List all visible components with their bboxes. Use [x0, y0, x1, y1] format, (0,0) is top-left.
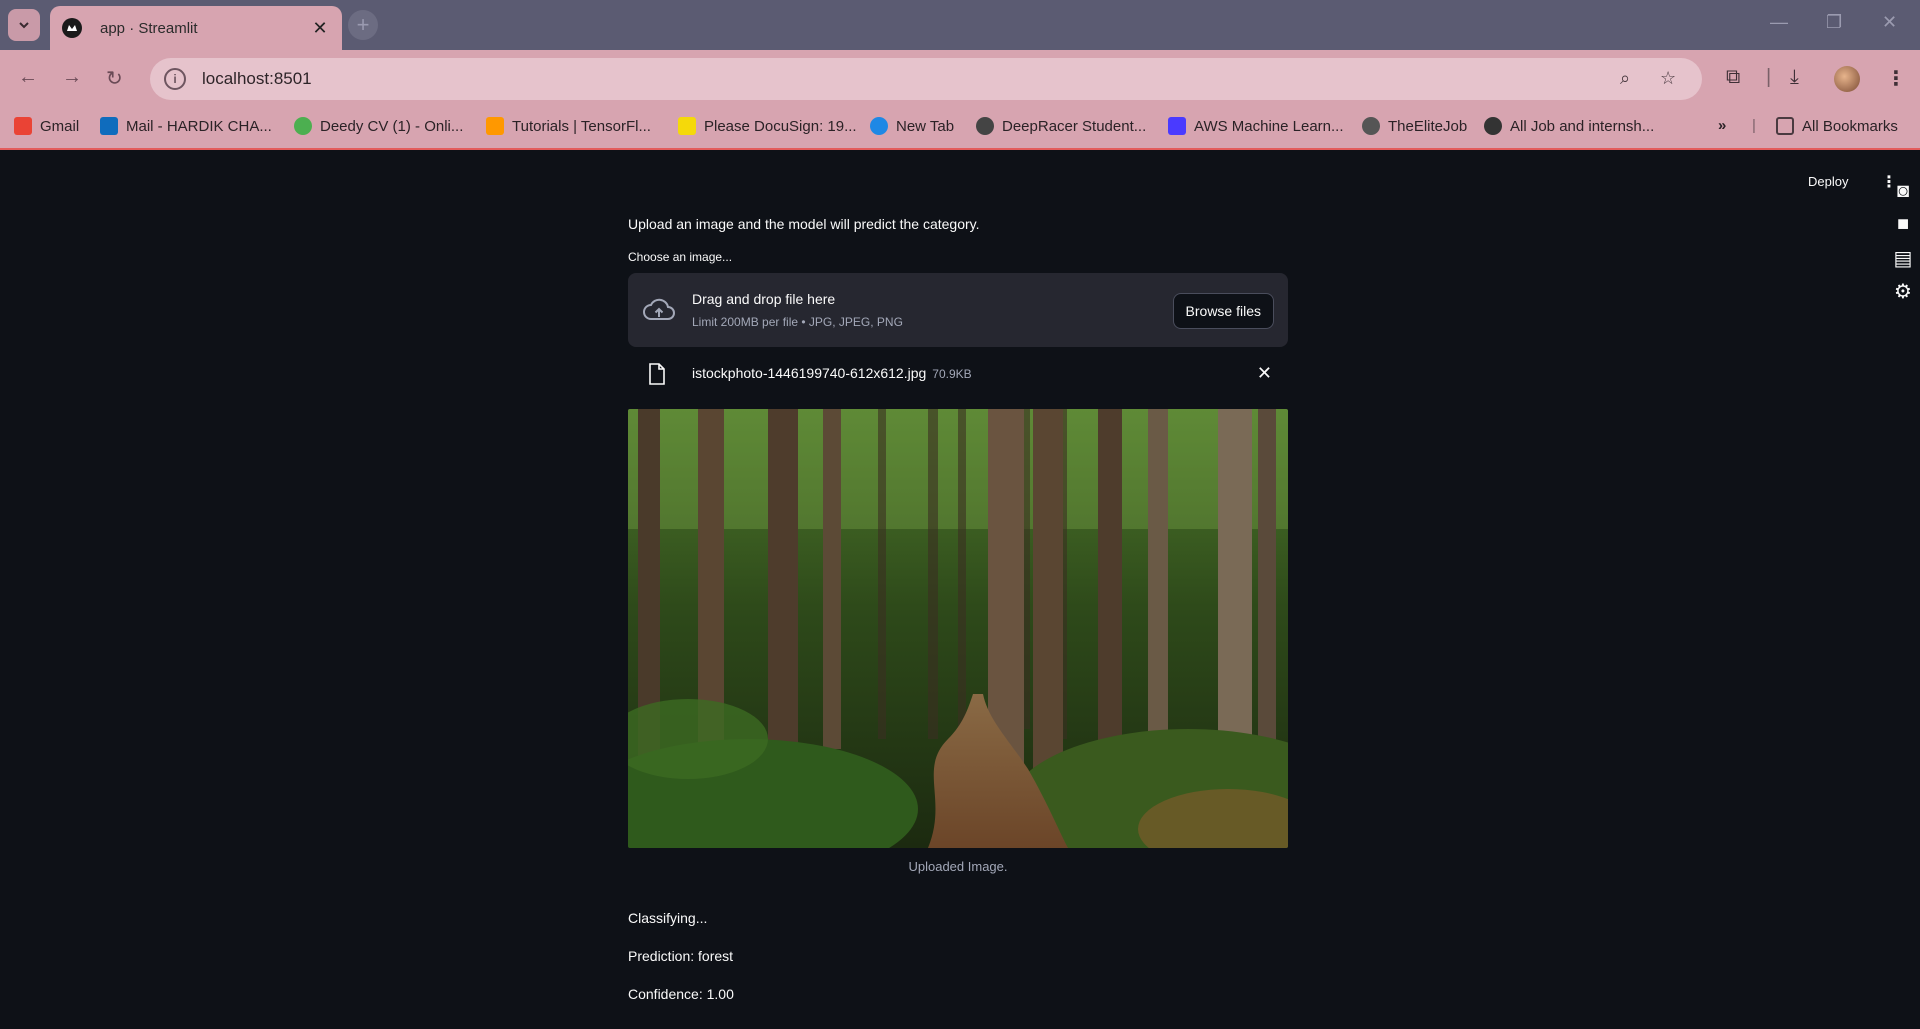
- main-content: Upload an image and the model will predi…: [628, 216, 1288, 1002]
- chevron-down-icon: [19, 22, 29, 29]
- bookmark-item[interactable]: Gmail: [14, 117, 79, 135]
- video-icon[interactable]: ■: [1890, 213, 1916, 239]
- bookmark-item[interactable]: TheEliteJob: [1362, 117, 1467, 135]
- download-icon[interactable]: ⤓: [1790, 66, 1799, 89]
- address-bar[interactable]: i localhost:8501 ⌕ ☆: [150, 58, 1702, 100]
- bookmark-item[interactable]: New Tab: [870, 117, 954, 135]
- deploy-button[interactable]: Deploy: [1808, 174, 1848, 189]
- file-icon: [649, 363, 665, 385]
- bookmark-item[interactable]: DeepRacer Student...: [976, 117, 1146, 135]
- gmail-icon: [14, 117, 32, 135]
- deepracer-icon: [976, 117, 994, 135]
- overleaf-icon: [294, 117, 312, 135]
- all-bookmarks-button[interactable]: All Bookmarks: [1776, 117, 1898, 135]
- streamlit-favicon-icon: [62, 18, 82, 38]
- minimize-icon[interactable]: —: [1770, 12, 1788, 33]
- zoom-icon[interactable]: ⌕: [1620, 68, 1630, 89]
- close-window-icon[interactable]: ✕: [1882, 12, 1897, 33]
- file-size: 70.9KB: [932, 367, 972, 381]
- bookmark-item[interactable]: AWS Machine Learn...: [1168, 117, 1344, 135]
- globe-icon: [1484, 117, 1502, 135]
- intro-text: Upload an image and the model will predi…: [628, 216, 980, 232]
- classifying-status: Classifying...: [628, 910, 708, 926]
- tab-close-icon[interactable]: ✕: [310, 18, 330, 39]
- uploader-label: Choose an image...: [628, 250, 733, 264]
- profile-avatar[interactable]: [1834, 66, 1860, 92]
- bookmarks-divider: |: [1752, 117, 1756, 134]
- bookmark-item[interactable]: Tutorials | TensorFl...: [486, 117, 651, 135]
- url-text: localhost:8501: [202, 69, 312, 88]
- browse-files-button[interactable]: Browse files: [1172, 293, 1274, 329]
- settings-gear-icon[interactable]: ⚙: [1890, 279, 1916, 305]
- bookmark-item[interactable]: Please DocuSign: 19...: [678, 117, 857, 135]
- more-bookmarks-icon[interactable]: »: [1718, 117, 1726, 134]
- browser-toolbar: ← → ↻ i localhost:8501 ⌕ ☆ ⧉ | ⤓ ⋮: [0, 50, 1920, 108]
- forward-icon[interactable]: →: [62, 66, 82, 89]
- extension-sidebar: ◙ ■ ▤ ⚙: [1890, 180, 1920, 312]
- new-tab-button[interactable]: +: [348, 10, 378, 40]
- docusign-icon: [678, 117, 696, 135]
- dropzone-limits: Limit 200MB per file • JPG, JPEG, PNG: [692, 315, 903, 329]
- tab-title: app · Streamlit: [100, 19, 198, 37]
- prediction-result: Prediction: forest: [628, 948, 734, 964]
- uploaded-file-row: istockphoto-1446199740-612x612.jpg 70.9KB…: [628, 347, 1288, 403]
- forest-picture: [628, 409, 1288, 848]
- reload-icon[interactable]: ↻: [106, 66, 123, 91]
- bookmark-item[interactable]: Deedy CV (1) - Onli...: [294, 117, 463, 135]
- bookmark-item[interactable]: Mail - HARDIK CHA...: [100, 117, 272, 135]
- confidence-result: Confidence: 1.00: [628, 986, 734, 1002]
- tab-strip: app · Streamlit ✕ + — ❐ ✕: [0, 0, 1920, 50]
- outlook-icon: [100, 117, 118, 135]
- image-caption: Uploaded Image.: [908, 859, 1008, 874]
- bookmarks-bar: Gmail Mail - HARDIK CHA... Deedy CV (1) …: [0, 108, 1920, 150]
- tab-search-button[interactable]: [8, 9, 40, 41]
- folder-icon: [1776, 117, 1794, 135]
- back-icon[interactable]: ←: [18, 66, 38, 89]
- site-info-icon[interactable]: i: [164, 68, 186, 90]
- cloud-upload-icon: [643, 298, 675, 320]
- tensorflow-icon: [486, 117, 504, 135]
- camera-icon[interactable]: ◙: [1890, 180, 1916, 206]
- bookmark-item[interactable]: All Job and internsh...: [1484, 117, 1654, 135]
- udacity-icon: [1168, 117, 1186, 135]
- new-tab-icon: [870, 117, 888, 135]
- file-name: istockphoto-1446199740-612x612.jpg 70.9KB: [692, 365, 972, 381]
- extensions-icon[interactable]: ⧉: [1726, 66, 1740, 89]
- dropzone-title: Drag and drop file here: [692, 291, 836, 307]
- gallery-icon[interactable]: ▤: [1890, 246, 1916, 272]
- uploaded-forest-image: [628, 409, 1288, 848]
- chrome-menu-icon[interactable]: ⋮: [1886, 66, 1906, 91]
- remove-file-icon[interactable]: ✕: [1257, 363, 1272, 384]
- file-dropzone[interactable]: Drag and drop file here Limit 200MB per …: [628, 273, 1288, 347]
- elitejob-icon: [1362, 117, 1380, 135]
- restore-icon[interactable]: ❐: [1826, 12, 1842, 33]
- browser-tab[interactable]: app · Streamlit ✕: [50, 6, 342, 50]
- bookmark-star-icon[interactable]: ☆: [1660, 68, 1676, 89]
- toolbar-divider: |: [1766, 66, 1772, 88]
